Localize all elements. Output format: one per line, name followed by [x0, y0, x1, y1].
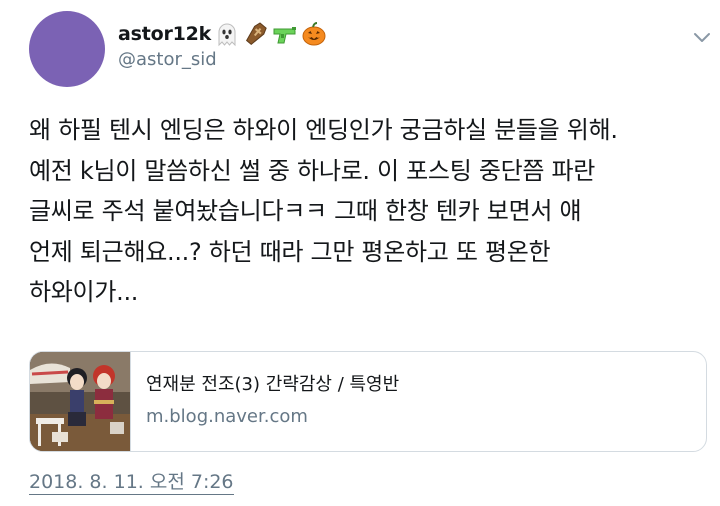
tweet-text-line: 하와이가...	[29, 278, 139, 306]
author-name-row[interactable]: astor12k	[118, 20, 327, 48]
display-name[interactable]: astor12k	[118, 23, 211, 45]
water-pistol-icon	[273, 27, 297, 44]
tweet-text-line: 왜 하필 텐시 엔딩은 하와이 엔딩인가 궁금하실 분들을 위해.	[29, 116, 618, 144]
link-card-body[interactable]: 연재분 전조(3) 간략감상 / 특영반 m.blog.naver.com	[131, 352, 399, 451]
coffin-icon	[246, 22, 267, 46]
ghost-icon	[218, 23, 236, 47]
avatar[interactable]	[29, 11, 105, 87]
link-card-title[interactable]: 연재분 전조(3) 간략감상 / 특영반	[146, 373, 399, 397]
chevron-down-icon[interactable]	[692, 30, 712, 44]
link-card-domain: m.blog.naver.com	[146, 406, 308, 427]
tweet-text: 왜 하필 텐시 엔딩은 하와이 엔딩인가 궁금하실 분들을 위해. 예전 k님이…	[29, 110, 709, 313]
tweet-text-line: 언제 퇴근해요...? 하던 때라 그만 평온하고 또 평온한	[29, 237, 551, 266]
jack-o-lantern-icon	[302, 22, 326, 46]
link-card[interactable]: 연재분 전조(3) 간략감상 / 특영반 m.blog.naver.com	[29, 351, 707, 452]
tweet-text-line: 글씨로 주석 붙여놨습니다ㅋㅋ 그때 한창 텐카 보면서 얘	[29, 197, 582, 225]
author-handle[interactable]: @astor_sid	[118, 49, 217, 70]
tweet-timestamp[interactable]: 2018. 8. 11. 오전 7:26	[29, 470, 234, 495]
tweet-text-line: 예전 k님이 말씀하신 썰 중 하나로. 이 포스팅 중단쯤 파란	[29, 156, 596, 185]
link-card-thumbnail	[30, 352, 131, 451]
